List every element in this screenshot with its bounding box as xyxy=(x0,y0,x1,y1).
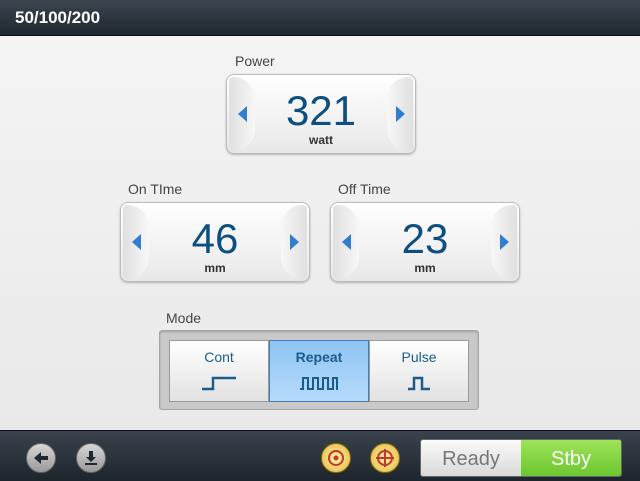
title-text: 50/100/200 xyxy=(15,8,101,27)
title-bar: 50/100/200 xyxy=(0,0,640,36)
pulse-wave-icon xyxy=(408,376,430,391)
off-time-label: Off Time xyxy=(338,181,391,197)
chevron-right-icon xyxy=(289,234,299,250)
mode-pulse-button[interactable]: Pulse xyxy=(369,340,469,402)
mode-selector: Cont Repeat Pulse xyxy=(159,330,479,410)
mode-cont-label: Cont xyxy=(204,349,234,365)
mode-label: Mode xyxy=(166,310,202,326)
continuous-wave-icon xyxy=(202,376,236,391)
mode-pulse-label: Pulse xyxy=(401,349,437,365)
bullseye-icon xyxy=(328,450,344,466)
download-icon xyxy=(85,451,97,465)
aim-beam-button[interactable] xyxy=(321,443,351,473)
chevron-right-icon xyxy=(499,234,509,250)
main-panel: Power 321 watt On TIme 46 mm Off Time 23… xyxy=(0,36,640,430)
stby-button[interactable]: Stby xyxy=(521,440,621,476)
on-time-control: 46 mm xyxy=(120,202,310,282)
off-time-increase-button[interactable] xyxy=(491,205,517,279)
chevron-right-icon xyxy=(395,106,405,122)
back-arrow-icon xyxy=(34,452,48,464)
ready-button[interactable]: Ready xyxy=(421,440,521,476)
mode-repeat-button[interactable]: Repeat xyxy=(269,340,369,402)
bottom-bar: Ready Stby xyxy=(0,430,640,481)
off-time-control: 23 mm xyxy=(330,202,520,282)
mode-repeat-label: Repeat xyxy=(295,349,343,365)
crosshair-icon xyxy=(376,449,394,467)
crosshair-button[interactable] xyxy=(370,443,400,473)
back-button[interactable] xyxy=(26,443,56,473)
power-control: 321 watt xyxy=(226,74,416,154)
on-time-increase-button[interactable] xyxy=(281,205,307,279)
power-increase-button[interactable] xyxy=(387,77,413,151)
on-time-label: On TIme xyxy=(128,181,183,197)
repeat-wave-icon xyxy=(300,377,338,390)
power-label: Power xyxy=(235,53,275,69)
download-button[interactable] xyxy=(76,443,106,473)
mode-cont-button[interactable]: Cont xyxy=(169,340,269,402)
status-toggle: Ready Stby xyxy=(420,439,622,477)
